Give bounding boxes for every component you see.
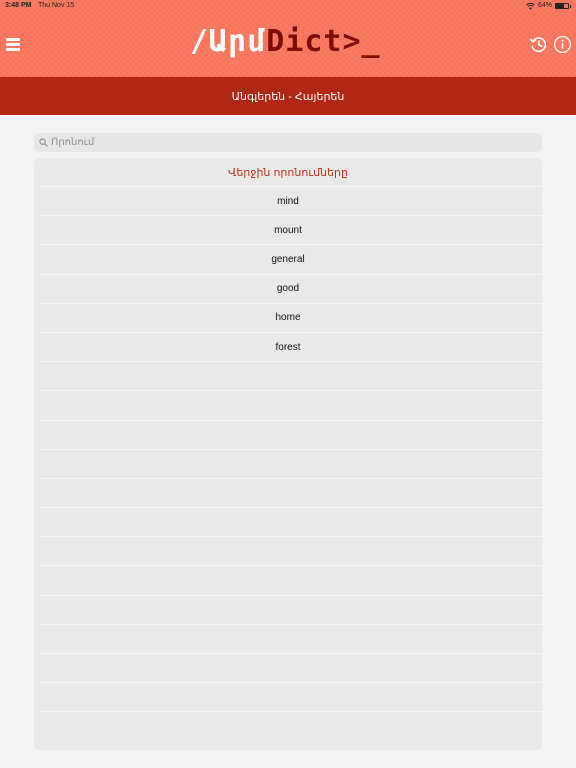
battery-percent: 64% <box>537 2 552 9</box>
empty-list-row <box>40 536 542 565</box>
app-header: 3:48 PM Thu Nov 15 64% /ԱրմDict>_ <box>0 0 576 77</box>
empty-list-row <box>40 448 542 478</box>
empty-list-row <box>40 711 542 740</box>
recent-searches-list: mind mount general good home forest <box>40 186 542 741</box>
empty-list-row <box>40 477 542 507</box>
logo-armenian-text: /Արմ <box>190 24 267 59</box>
status-date: Thu Nov 15 <box>38 2 75 9</box>
recent-search-item[interactable]: home <box>40 302 542 332</box>
recent-searches-panel: Վերջին որոնումները mind mount general good h… <box>34 158 542 750</box>
status-bar: 3:48 PM Thu Nov 15 64% <box>0 0 576 12</box>
empty-list-row <box>40 507 542 536</box>
empty-list-row <box>40 623 542 653</box>
recent-search-item[interactable]: mind <box>40 186 542 215</box>
logo-dict-text: Dict>_ <box>266 24 381 59</box>
recent-search-item[interactable]: general <box>40 244 542 273</box>
empty-list-row <box>40 653 542 682</box>
empty-list-row <box>40 594 542 624</box>
language-direction-label: Անգլերեն - Հայերեն <box>231 90 345 103</box>
search-icon <box>39 138 48 147</box>
empty-list-row <box>40 361 542 390</box>
recent-search-item[interactable]: good <box>40 273 542 303</box>
status-time: 3:48 PM <box>5 2 32 9</box>
wifi-icon <box>526 2 535 10</box>
empty-list-row <box>40 390 542 419</box>
empty-list-row <box>40 419 542 449</box>
info-icon[interactable] <box>553 35 572 54</box>
search-input[interactable] <box>51 137 531 148</box>
empty-list-row <box>40 682 542 711</box>
recent-search-item[interactable]: forest <box>40 331 542 361</box>
battery-icon <box>555 3 571 9</box>
history-icon[interactable] <box>529 35 548 54</box>
recent-searches-title: Վերջին որոնումները <box>228 166 348 179</box>
status-right: 64% <box>526 0 571 12</box>
language-direction-bar[interactable]: Անգլերեն - Հայերեն <box>0 77 576 115</box>
app-logo: /ԱրմDict>_ <box>190 22 381 64</box>
hamburger-menu-icon[interactable] <box>6 38 20 51</box>
empty-list-row <box>40 565 542 594</box>
recent-search-item[interactable]: mount <box>40 215 542 244</box>
search-bar[interactable] <box>34 133 542 152</box>
